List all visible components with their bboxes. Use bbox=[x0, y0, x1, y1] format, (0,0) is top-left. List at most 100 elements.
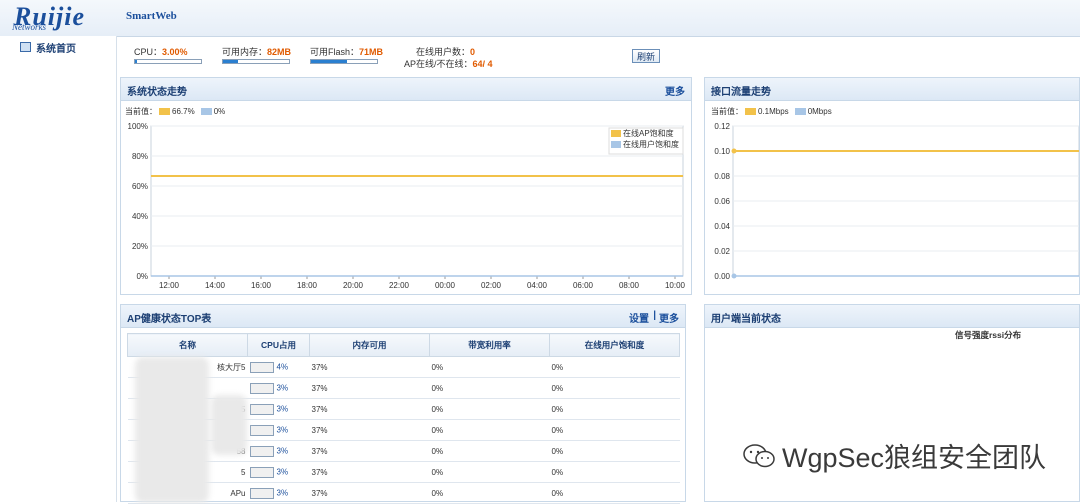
cpu-stat: CPU：3.00% bbox=[134, 47, 188, 57]
memory-stat: 可用内存：82MB bbox=[222, 47, 292, 57]
legend-label: 在线AP饱和度 bbox=[623, 128, 674, 138]
cpu-usage-value: 3% bbox=[276, 488, 289, 498]
series-point bbox=[731, 148, 737, 154]
ap-health-table: 名称 CPU占用 内存可用 带宽利用率 在线用户饱和度 核大厅5 4% 37% 0% 0… bbox=[127, 333, 680, 504]
cpu-usage-value: 3% bbox=[276, 425, 289, 435]
x-tick-label: 12:00 bbox=[159, 281, 180, 290]
column-header-saturation[interactable]: 在线用户饱和度 bbox=[549, 333, 680, 357]
brand-name: SmartWeb bbox=[126, 10, 177, 22]
bandwidth-cell: 0% bbox=[429, 419, 550, 441]
x-tick-label: 20:00 bbox=[343, 281, 364, 290]
ap-status-stat: AP在线/不在线：64/ 4 bbox=[404, 59, 493, 69]
redaction-blur bbox=[211, 395, 247, 455]
x-tick-label: 16:00 bbox=[251, 281, 272, 290]
column-header-memory[interactable]: 内存可用 bbox=[309, 333, 430, 357]
x-tick-label: 22:00 bbox=[389, 281, 410, 290]
saturation-cell: 0% bbox=[549, 440, 680, 462]
panel-title: 用户端当前状态 bbox=[711, 314, 781, 325]
cpu-usage-bar bbox=[249, 361, 274, 373]
cpu-cell: 3% bbox=[247, 377, 310, 399]
memory-cell: 37% bbox=[309, 461, 430, 483]
bandwidth-cell: 0% bbox=[429, 482, 550, 504]
system-status-panel: 系统状态走势 更多 当前值： 66.7% 0% 0% 20% 40% 60% 80% 10… bbox=[120, 77, 692, 295]
column-header-bandwidth[interactable]: 带宽利用率 bbox=[429, 333, 550, 357]
memory-cell: 37% bbox=[309, 440, 430, 462]
table-row[interactable]: 3% 37% 0% 0% bbox=[127, 377, 680, 399]
more-link[interactable]: 更多 bbox=[659, 310, 679, 325]
column-header-cpu[interactable]: CPU占用 bbox=[247, 333, 310, 357]
legend-label: 在线用户饱和度 bbox=[623, 139, 679, 149]
flash-value: 71MB bbox=[359, 47, 384, 57]
user-swatch bbox=[200, 108, 212, 115]
cpu-usage-bar bbox=[249, 445, 274, 457]
bandwidth-cell: 0% bbox=[429, 440, 550, 462]
settings-link[interactable]: 设置 bbox=[629, 310, 649, 325]
flash-bar-fill bbox=[311, 60, 348, 63]
cpu-cell: 3% bbox=[247, 461, 310, 483]
sidebar-item-home[interactable]: 系统首页 bbox=[4, 39, 112, 55]
flash-bar bbox=[310, 59, 378, 64]
bandwidth-cell: 0% bbox=[429, 461, 550, 483]
table-row[interactable]: 核大厅5 4% 37% 0% 0% bbox=[127, 356, 680, 378]
traffic-a-swatch bbox=[745, 108, 756, 115]
cpu-value: 3.00% bbox=[162, 47, 188, 57]
wechat-icon bbox=[743, 443, 775, 467]
cpu-cell: 3% bbox=[247, 482, 310, 504]
bandwidth-cell: 0% bbox=[429, 377, 550, 399]
cpu-bar bbox=[134, 59, 202, 64]
system-status-chart: 0% 20% 40% 60% 80% 100% 12:00 14:00 16:00 18:00 20… bbox=[128, 122, 686, 290]
y-tick-label: 60% bbox=[132, 182, 148, 191]
online-users-value: 0 bbox=[470, 47, 476, 57]
y-tick-label: 80% bbox=[132, 152, 148, 161]
table-row[interactable]: 53%37%0%0% bbox=[127, 461, 680, 483]
column-header-name[interactable]: 名称 bbox=[127, 333, 248, 357]
saturation-cell: 0% bbox=[549, 377, 680, 399]
ap-status-value: 64/ 4 bbox=[472, 59, 493, 69]
memory-cell: 37% bbox=[309, 398, 430, 420]
cpu-bar-fill bbox=[135, 60, 137, 63]
y-tick-label: 0.02 bbox=[714, 247, 730, 256]
sidebar: 系统首页 bbox=[0, 36, 117, 502]
panel-title: 系统状态走势 bbox=[127, 87, 187, 98]
x-tick-label: 10:00 bbox=[665, 281, 686, 290]
series-point bbox=[731, 273, 737, 279]
cpu-cell: 3% bbox=[247, 398, 310, 420]
y-tick-label: 100% bbox=[128, 122, 148, 131]
y-tick-label: 0% bbox=[136, 272, 148, 281]
cpu-cell: 3% bbox=[247, 419, 310, 441]
x-tick-label: 06:00 bbox=[573, 281, 594, 290]
panel-header: 用户端当前状态 bbox=[705, 305, 1079, 328]
watermark: WgpSec狼组安全团队 bbox=[742, 436, 1046, 475]
table-row[interactable]: APu 3% 37% 0% 0% bbox=[127, 482, 680, 504]
bandwidth-cell: 0% bbox=[429, 356, 550, 378]
y-tick-label: 0.06 bbox=[714, 197, 730, 206]
more-link[interactable]: 更多 bbox=[665, 83, 685, 98]
interface-traffic-chart: 0.00 0.02 0.04 0.06 0.08 0.10 0.12 bbox=[714, 122, 1079, 281]
y-tick-label: 0.04 bbox=[714, 222, 730, 231]
saturation-cell: 0% bbox=[549, 461, 680, 483]
cpu-usage-bar bbox=[249, 487, 274, 499]
panel-header: 接口流量走势 bbox=[705, 78, 1079, 101]
refresh-button[interactable]: 刷新 bbox=[632, 49, 660, 63]
x-tick-label: 18:00 bbox=[297, 281, 318, 290]
cpu-usage-value: 4% bbox=[276, 362, 289, 372]
x-tick-label: 02:00 bbox=[481, 281, 502, 290]
y-tick-label: 20% bbox=[132, 242, 148, 251]
y-tick-label: 0.10 bbox=[714, 147, 730, 156]
monitor-icon bbox=[20, 42, 31, 52]
memory-bar-fill bbox=[223, 60, 238, 63]
interface-traffic-panel: 接口流量走势 当前值： 0.1Mbps 0Mbps 0.00 0.02 0.04 0.… bbox=[704, 77, 1080, 295]
x-tick-label: 14:00 bbox=[205, 281, 226, 290]
sidebar-item-label: 系统首页 bbox=[36, 43, 76, 55]
memory-cell: 37% bbox=[309, 419, 430, 441]
logo-subtitle: Networks bbox=[12, 22, 47, 32]
redaction-blur bbox=[135, 357, 209, 503]
cpu-usage-value: 3% bbox=[276, 467, 289, 477]
traffic-b-swatch bbox=[794, 108, 806, 115]
memory-cell: 37% bbox=[309, 356, 430, 378]
panel-header: AP健康状态TOP表 设置 | 更多 bbox=[121, 305, 685, 328]
flash-stat: 可用Flash：71MB bbox=[310, 47, 384, 57]
cpu-usage-bar bbox=[249, 466, 274, 478]
y-tick-label: 0.00 bbox=[714, 272, 730, 281]
cpu-cell: 4% bbox=[247, 356, 310, 378]
